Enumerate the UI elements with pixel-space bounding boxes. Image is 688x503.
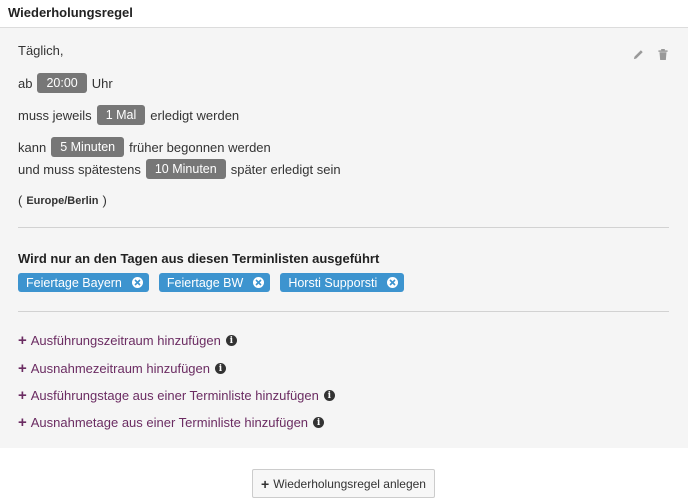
times-prefix: muss jeweils <box>18 107 92 123</box>
add-execution-days-link[interactable]: + Ausführungstage aus einer Terminliste … <box>18 388 335 403</box>
start-prefix: ab <box>18 75 33 91</box>
frequency-text: Täglich, <box>18 43 64 58</box>
late-prefix: und muss spätestens <box>18 161 141 177</box>
info-icon[interactable]: i <box>215 363 226 374</box>
plus-icon: + <box>18 332 27 349</box>
rule-times: muss jeweils 1 Mal erledigt werden <box>18 105 239 125</box>
chip-horsti-supporsti: Horsti Supporsti <box>280 273 405 292</box>
pencil-icon[interactable] <box>633 49 644 60</box>
link-label[interactable]: Ausnahmezeitraum hinzufügen <box>31 361 210 376</box>
rule-actions <box>633 49 668 60</box>
add-exception-period-link[interactable]: + Ausnahmezeitraum hinzufügen i <box>18 361 226 376</box>
chip-label: Feiertage Bayern <box>26 275 122 290</box>
tz-close: ) <box>102 193 107 208</box>
early-prefix: kann <box>18 139 47 155</box>
list-chips: Feiertage Bayern Feiertage BW Horsti Sup… <box>18 273 405 292</box>
start-suffix: Uhr <box>91 75 113 91</box>
link-label[interactable]: Ausführungstage aus einer Terminliste hi… <box>31 388 319 403</box>
plus-icon: + <box>18 387 27 404</box>
rule-late-finish: und muss spätestens 10 Minuten später er… <box>18 159 341 179</box>
chip-label: Feiertage BW <box>166 275 244 290</box>
chip-label: Horsti Supporsti <box>288 275 378 290</box>
section-header: Wiederholungsregel <box>0 0 688 28</box>
plus-icon: + <box>18 414 27 431</box>
create-rule-label: Wiederholungsregel anlegen <box>273 476 426 491</box>
link-label[interactable]: Ausnahmetage aus einer Terminliste hinzu… <box>31 415 308 430</box>
divider <box>18 227 669 228</box>
create-rule-button[interactable]: + Wiederholungsregel anlegen <box>252 469 435 498</box>
remove-chip-icon[interactable] <box>253 277 265 288</box>
divider <box>18 311 669 312</box>
add-exception-days-link[interactable]: + Ausnahmetage aus einer Terminliste hin… <box>18 414 325 431</box>
chip-feiertage-bayern: Feiertage Bayern <box>18 273 149 292</box>
info-icon[interactable]: i <box>313 417 325 428</box>
lists-section-title: Wird nur an den Tagen aus diesen Terminl… <box>18 251 380 266</box>
rule-frequency: Täglich, <box>18 43 64 58</box>
timezone-label: Europe/Berlin <box>26 194 99 207</box>
section-title: Wiederholungsregel <box>8 5 133 20</box>
times-suffix: erledigt werden <box>150 107 240 123</box>
link-label[interactable]: Ausführungszeitraum hinzufügen <box>31 333 221 348</box>
remove-chip-icon[interactable] <box>131 277 143 288</box>
late-tag: 10 Minuten <box>145 159 226 179</box>
info-icon[interactable]: i <box>225 335 237 346</box>
remove-chip-icon[interactable] <box>387 277 399 288</box>
trash-icon[interactable] <box>658 49 668 60</box>
rule-start-time: ab 20:00 Uhr <box>18 73 113 93</box>
tz-open: ( <box>18 193 23 208</box>
early-tag: 5 Minuten <box>51 137 125 157</box>
rule-panel: Täglich, ab 20:00 Uhr muss jeweils 1 Mal… <box>0 28 688 448</box>
plus-icon: + <box>18 360 27 377</box>
chip-feiertage-bw: Feiertage BW <box>158 273 271 292</box>
start-time-tag: 20:00 <box>37 73 87 93</box>
info-icon[interactable]: i <box>323 390 335 401</box>
times-tag: 1 Mal <box>96 105 146 125</box>
rule-early-start: kann 5 Minuten früher begonnen werden <box>18 137 271 157</box>
plus-icon: + <box>261 475 270 492</box>
early-suffix: früher begonnen werden <box>129 139 271 155</box>
add-execution-period-link[interactable]: + Ausführungszeitraum hinzufügen i <box>18 333 237 348</box>
rule-timezone: ( Europe/Berlin ) <box>18 193 107 208</box>
late-suffix: später erledigt sein <box>230 161 341 177</box>
